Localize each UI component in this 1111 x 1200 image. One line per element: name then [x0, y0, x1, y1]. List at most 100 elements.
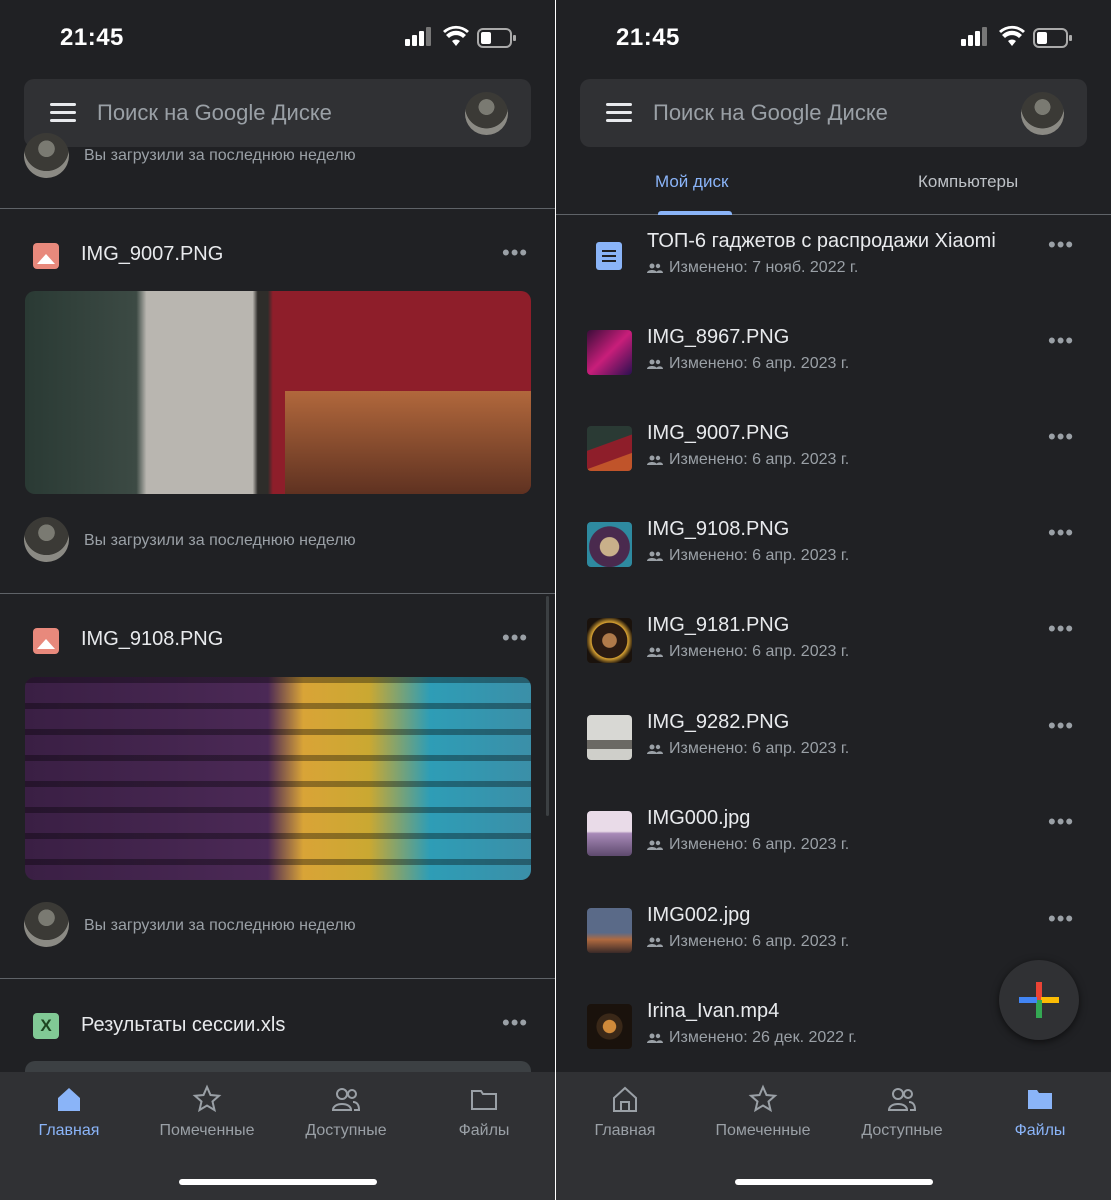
- file-name: IMG_9007.PNG: [647, 422, 790, 444]
- modified-date: Изменено: 6 апр. 2023 г.: [669, 643, 850, 660]
- sheets-icon: X: [33, 1013, 59, 1039]
- search-bar[interactable]: Поиск на Google Диске: [24, 79, 531, 147]
- divider: [0, 208, 555, 209]
- cellular-signal-icon: [405, 27, 431, 46]
- account-avatar[interactable]: [465, 92, 508, 135]
- image-thumbnail: [587, 618, 632, 663]
- scrollbar[interactable]: [546, 596, 549, 816]
- video-thumbnail: [587, 1004, 632, 1049]
- file-row[interactable]: IMG_9181.PNG Изменено: 6 апр. 2023 г. ••…: [556, 600, 1111, 696]
- hamburger-menu-icon[interactable]: [606, 103, 632, 123]
- suggested-file-title[interactable]: IMG_9108.PNG: [81, 628, 223, 651]
- more-options-icon[interactable]: •••: [1048, 618, 1074, 640]
- file-meta: Изменено: 6 апр. 2023 г.: [647, 836, 849, 854]
- wifi-icon: [443, 25, 469, 46]
- more-options-icon[interactable]: •••: [1048, 908, 1074, 930]
- folder-icon: [471, 1090, 497, 1110]
- file-preview-image[interactable]: [25, 291, 531, 494]
- nav-label: Доступные: [305, 1122, 387, 1139]
- nav-shared[interactable]: Доступные: [833, 1084, 971, 1140]
- file-meta: Изменено: 6 апр. 2023 г.: [647, 355, 849, 373]
- upload-caption: Вы загрузили за последнюю неделю: [84, 147, 356, 164]
- image-icon: [33, 243, 59, 269]
- modified-date: Изменено: 6 апр. 2023 г.: [669, 355, 850, 372]
- suggested-file-title[interactable]: Результаты сессии.xls: [81, 1014, 285, 1037]
- image-thumbnail: [587, 330, 632, 375]
- more-options-icon[interactable]: •••: [502, 242, 528, 264]
- file-meta: Изменено: 6 апр. 2023 г.: [647, 933, 849, 951]
- file-name: IMG_9108.PNG: [647, 518, 790, 540]
- file-name: IMG_9181.PNG: [647, 614, 790, 636]
- shared-icon: [647, 647, 663, 657]
- file-meta: Изменено: 7 нояб. 2022 г.: [647, 259, 858, 277]
- home-screen: 21:45 Поиск на Google Диске Вы загрузили…: [0, 0, 555, 1200]
- file-meta: Изменено: 6 апр. 2023 г.: [647, 547, 849, 565]
- tab-computers[interactable]: Компьютеры: [918, 172, 1018, 192]
- shared-icon: [647, 840, 663, 850]
- nav-label: Главная: [594, 1122, 656, 1139]
- modified-date: Изменено: 6 апр. 2023 г.: [669, 933, 850, 950]
- modified-date: Изменено: 6 апр. 2023 г.: [669, 836, 850, 853]
- star-icon: [192, 1084, 222, 1113]
- wifi-icon: [999, 25, 1025, 46]
- more-options-icon[interactable]: •••: [502, 627, 528, 649]
- file-row[interactable]: IMG_8967.PNG Изменено: 6 апр. 2023 г. ••…: [556, 312, 1111, 408]
- suggested-file-title[interactable]: IMG_9007.PNG: [81, 243, 223, 266]
- nav-home[interactable]: Главная: [0, 1084, 138, 1140]
- nav-home[interactable]: Главная: [556, 1084, 694, 1140]
- more-options-icon[interactable]: •••: [1048, 522, 1074, 544]
- home-indicator: [735, 1179, 933, 1185]
- nav-label: Главная: [38, 1122, 100, 1139]
- file-preview-image[interactable]: [25, 677, 531, 880]
- more-options-icon[interactable]: •••: [1048, 811, 1074, 833]
- cellular-signal-icon: [961, 27, 987, 46]
- file-row[interactable]: IMG_9007.PNG Изменено: 6 апр. 2023 г. ••…: [556, 408, 1111, 504]
- more-options-icon[interactable]: •••: [502, 1012, 528, 1034]
- home-icon: [613, 1086, 637, 1112]
- file-name: Irina_Ivan.mp4: [647, 1000, 780, 1022]
- nav-starred[interactable]: Помеченные: [138, 1084, 276, 1140]
- people-icon: [887, 1088, 917, 1111]
- nav-starred[interactable]: Помеченные: [694, 1084, 832, 1140]
- modified-date: Изменено: 6 апр. 2023 г.: [669, 740, 850, 757]
- file-row[interactable]: ТОП-6 гаджетов с распродажи Xiaomi Измен…: [556, 216, 1111, 312]
- file-row[interactable]: IMG_9282.PNG Изменено: 6 апр. 2023 г. ••…: [556, 697, 1111, 793]
- shared-icon: [647, 1033, 663, 1043]
- uploader-avatar: [24, 902, 69, 947]
- new-button[interactable]: [999, 960, 1079, 1040]
- status-bar: 21:45: [0, 0, 555, 78]
- file-row[interactable]: IMG_9108.PNG Изменено: 6 апр. 2023 г. ••…: [556, 504, 1111, 600]
- shared-icon: [647, 359, 663, 369]
- modified-date: Изменено: 6 апр. 2023 г.: [669, 547, 850, 564]
- account-avatar[interactable]: [1021, 92, 1064, 135]
- nav-label: Файлы: [1014, 1122, 1066, 1139]
- nav-label: Доступные: [861, 1122, 943, 1139]
- more-options-icon[interactable]: •••: [1048, 426, 1074, 448]
- nav-shared[interactable]: Доступные: [277, 1084, 415, 1140]
- people-icon: [331, 1088, 361, 1111]
- files-screen: 21:45 Поиск на Google Диске Мой диск Ком…: [556, 0, 1111, 1200]
- image-thumbnail: [587, 426, 632, 471]
- file-meta: Изменено: 6 апр. 2023 г.: [647, 643, 849, 661]
- battery-icon: [477, 28, 516, 48]
- file-name: ТОП-6 гаджетов с распродажи Xiaomi: [647, 230, 996, 252]
- nav-files[interactable]: Файлы: [971, 1084, 1109, 1140]
- more-options-icon[interactable]: •••: [1048, 330, 1074, 352]
- more-options-icon[interactable]: •••: [1048, 715, 1074, 737]
- file-meta: Изменено: 6 апр. 2023 г.: [647, 740, 849, 758]
- tab-indicator: [658, 211, 732, 215]
- hamburger-menu-icon[interactable]: [50, 103, 76, 123]
- more-options-icon[interactable]: •••: [1048, 234, 1074, 256]
- home-icon: [58, 1088, 80, 1111]
- file-row[interactable]: IMG000.jpg Изменено: 6 апр. 2023 г. •••: [556, 793, 1111, 889]
- image-thumbnail: [587, 715, 632, 760]
- upload-caption: Вы загрузили за последнюю неделю: [84, 532, 356, 549]
- tab-my-drive[interactable]: Мой диск: [655, 172, 728, 192]
- search-bar[interactable]: Поиск на Google Диске: [580, 79, 1087, 147]
- file-meta: Изменено: 26 дек. 2022 г.: [647, 1029, 857, 1047]
- nav-files[interactable]: Файлы: [415, 1084, 553, 1140]
- folder-icon: [1028, 1090, 1052, 1109]
- star-icon: [748, 1084, 778, 1113]
- image-thumbnail: [587, 522, 632, 567]
- status-time: 21:45: [60, 24, 124, 51]
